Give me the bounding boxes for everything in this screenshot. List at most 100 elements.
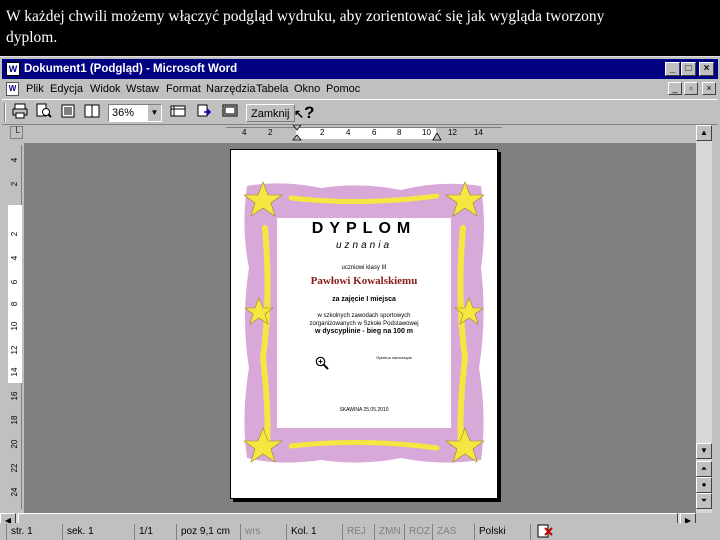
status-page: str. 1 xyxy=(6,524,60,540)
context-help-button[interactable]: ↖? xyxy=(294,103,314,124)
ruler-tick: 10 xyxy=(10,321,19,331)
diploma-date: SKAWINA 25.05.2010 xyxy=(339,407,389,413)
zoom-value: 36% xyxy=(112,107,135,119)
multiple-pages-icon[interactable] xyxy=(82,103,102,122)
doc-minimize-button[interactable]: _ xyxy=(668,82,682,95)
chevron-down-icon[interactable]: ▼ xyxy=(147,105,161,121)
status-bar: str. 1 sek. 1 1/1 poz 9,1 cm wrs Kol. 1 … xyxy=(0,523,720,540)
doc-restore-button[interactable]: ▫ xyxy=(684,82,698,95)
status-position: poz 9,1 cm xyxy=(176,524,238,540)
maximize-button[interactable]: □ xyxy=(681,62,696,76)
menu-view[interactable]: Widok xyxy=(90,80,121,98)
minimize-button[interactable]: _ xyxy=(665,62,680,76)
status-line: wrs xyxy=(240,524,284,540)
status-overtype[interactable]: ZAS xyxy=(432,524,472,540)
ruler-tick: 14 xyxy=(474,128,483,137)
ruler-tick: 2 xyxy=(320,128,325,137)
ruler-tick: 6 xyxy=(372,128,377,137)
help-arrow-icon: ↖ xyxy=(294,107,305,121)
shrink-to-fit-icon[interactable] xyxy=(194,103,214,122)
preview-workspace[interactable]: DYPLOM uznania uczniowi klasy III Pawłow… xyxy=(24,143,696,513)
title-bar: W Dokument1 (Podgląd) - Microsoft Word _… xyxy=(2,59,718,79)
status-record[interactable]: REJ xyxy=(342,524,372,540)
word-app-icon[interactable]: W xyxy=(6,62,20,76)
magnifier-cursor-icon xyxy=(315,356,329,370)
one-page-icon[interactable] xyxy=(58,103,78,122)
window-title: Dokument1 (Podgląd) - Microsoft Word xyxy=(24,63,238,75)
vertical-scrollbar[interactable]: ▲ ▼ ⏶ ● ⏷ xyxy=(696,125,712,513)
menu-format[interactable]: Format xyxy=(166,80,201,98)
ruler-tick: 4 xyxy=(10,255,19,261)
diploma-recipient-name: Pawłowi Kowalskiemu xyxy=(310,275,418,287)
diploma-subtitle: uznania xyxy=(335,240,393,251)
ruler-tick: 24 xyxy=(10,487,19,497)
menu-file[interactable]: Plik xyxy=(26,80,44,98)
ruler-tick: 4 xyxy=(242,128,247,137)
diploma-discipline: w dyscyplinie - bieg na 100 m xyxy=(314,328,414,335)
select-browse-object-button[interactable]: ● xyxy=(696,477,712,493)
next-page-button[interactable]: ⏷ xyxy=(696,493,712,509)
menu-window[interactable]: Okno xyxy=(294,80,320,98)
ruler-tick: 22 xyxy=(10,463,19,473)
ruler-tick: 6 xyxy=(10,279,19,285)
print-preview-toolbar: 36% ▼ Zamknij ↖? xyxy=(2,99,718,125)
ruler-tick: 8 xyxy=(10,301,19,307)
status-column: Kol. 1 xyxy=(286,524,340,540)
tab-stop-selector[interactable]: └ xyxy=(10,126,23,139)
right-indent-marker-icon[interactable] xyxy=(432,133,442,141)
diploma-competition-line-2: zorganizowanych w Szkole Podstawowej xyxy=(309,321,419,327)
vertical-ruler[interactable]: 4 2 2 4 6 8 10 12 14 16 18 20 22 24 xyxy=(8,145,22,509)
print-icon[interactable] xyxy=(10,103,30,122)
ruler-tick: 16 xyxy=(10,391,19,401)
toolbar-grip xyxy=(4,103,6,122)
diploma-content: DYPLOM uznania uczniowi klasy III Pawłow… xyxy=(241,178,487,466)
ruler-tick: 12 xyxy=(10,345,19,355)
caption-line-2: dyplom. xyxy=(6,29,58,46)
menu-tools[interactable]: Narzędzia xyxy=(206,80,256,98)
document-icon[interactable]: W xyxy=(6,82,19,96)
full-screen-icon[interactable] xyxy=(220,103,240,122)
preview-page[interactable]: DYPLOM uznania uczniowi klasy III Pawłow… xyxy=(230,149,498,499)
word-window: W Dokument1 (Podgląd) - Microsoft Word _… xyxy=(0,56,720,540)
menu-table[interactable]: Tabela xyxy=(256,80,288,98)
ruler-tick: 18 xyxy=(10,415,19,425)
ruler-tick: 10 xyxy=(422,128,431,137)
close-preview-button[interactable]: Zamknij xyxy=(246,104,295,122)
caption-line-1: W każdej chwili możemy włączyć podgląd w… xyxy=(6,8,605,25)
ruler-tick: 4 xyxy=(10,157,19,163)
magnifier-icon[interactable] xyxy=(34,103,54,122)
menu-edit[interactable]: Edycja xyxy=(50,80,83,98)
status-section: sek. 1 xyxy=(62,524,132,540)
diploma-title: DYPLOM xyxy=(311,220,417,237)
status-language[interactable]: Polski xyxy=(474,524,530,540)
menu-bar: W Plik Edycja Widok Wstaw Format Narzędz… xyxy=(2,80,718,98)
horizontal-ruler[interactable]: └ 4 2 2 4 6 8 10 12 14 xyxy=(0,125,720,141)
menu-help[interactable]: Pomoc xyxy=(326,80,360,98)
ruler-tick: 2 xyxy=(10,231,19,237)
status-pages: 1/1 xyxy=(134,524,176,540)
ruler-tick: 2 xyxy=(268,128,273,137)
ruler-tick: 14 xyxy=(10,367,19,377)
status-track-changes[interactable]: ZMN xyxy=(374,524,404,540)
spelling-status-icon[interactable] xyxy=(530,524,570,540)
close-window-button[interactable]: × xyxy=(699,62,714,76)
ruler-text-area xyxy=(296,127,436,139)
ruler-tick: 20 xyxy=(10,439,19,449)
diploma-place: za zajęcie I miejsca xyxy=(332,296,396,303)
ruler-tick: 4 xyxy=(346,128,351,137)
view-ruler-icon[interactable] xyxy=(168,103,188,122)
menu-insert[interactable]: Wstaw xyxy=(126,80,159,98)
ruler-tick: 8 xyxy=(397,128,402,137)
help-question-label: ? xyxy=(304,103,315,122)
diploma-recipient-class: uczniowi klasy III xyxy=(341,265,387,271)
indent-marker-icon[interactable] xyxy=(292,125,302,141)
previous-page-button[interactable]: ⏶ xyxy=(696,461,712,477)
scroll-up-button[interactable]: ▲ xyxy=(696,125,712,141)
ruler-tick: 12 xyxy=(448,128,457,137)
doc-close-button[interactable]: × xyxy=(702,82,716,95)
slide-caption: W każdej chwili możemy włączyć podgląd w… xyxy=(0,0,720,56)
status-extend[interactable]: ROZ xyxy=(404,524,434,540)
scroll-down-button[interactable]: ▼ xyxy=(696,443,712,459)
diploma-competition-line-1: w szkolnych zawodach sportowych xyxy=(317,313,411,319)
zoom-select[interactable]: 36% ▼ xyxy=(108,104,162,122)
